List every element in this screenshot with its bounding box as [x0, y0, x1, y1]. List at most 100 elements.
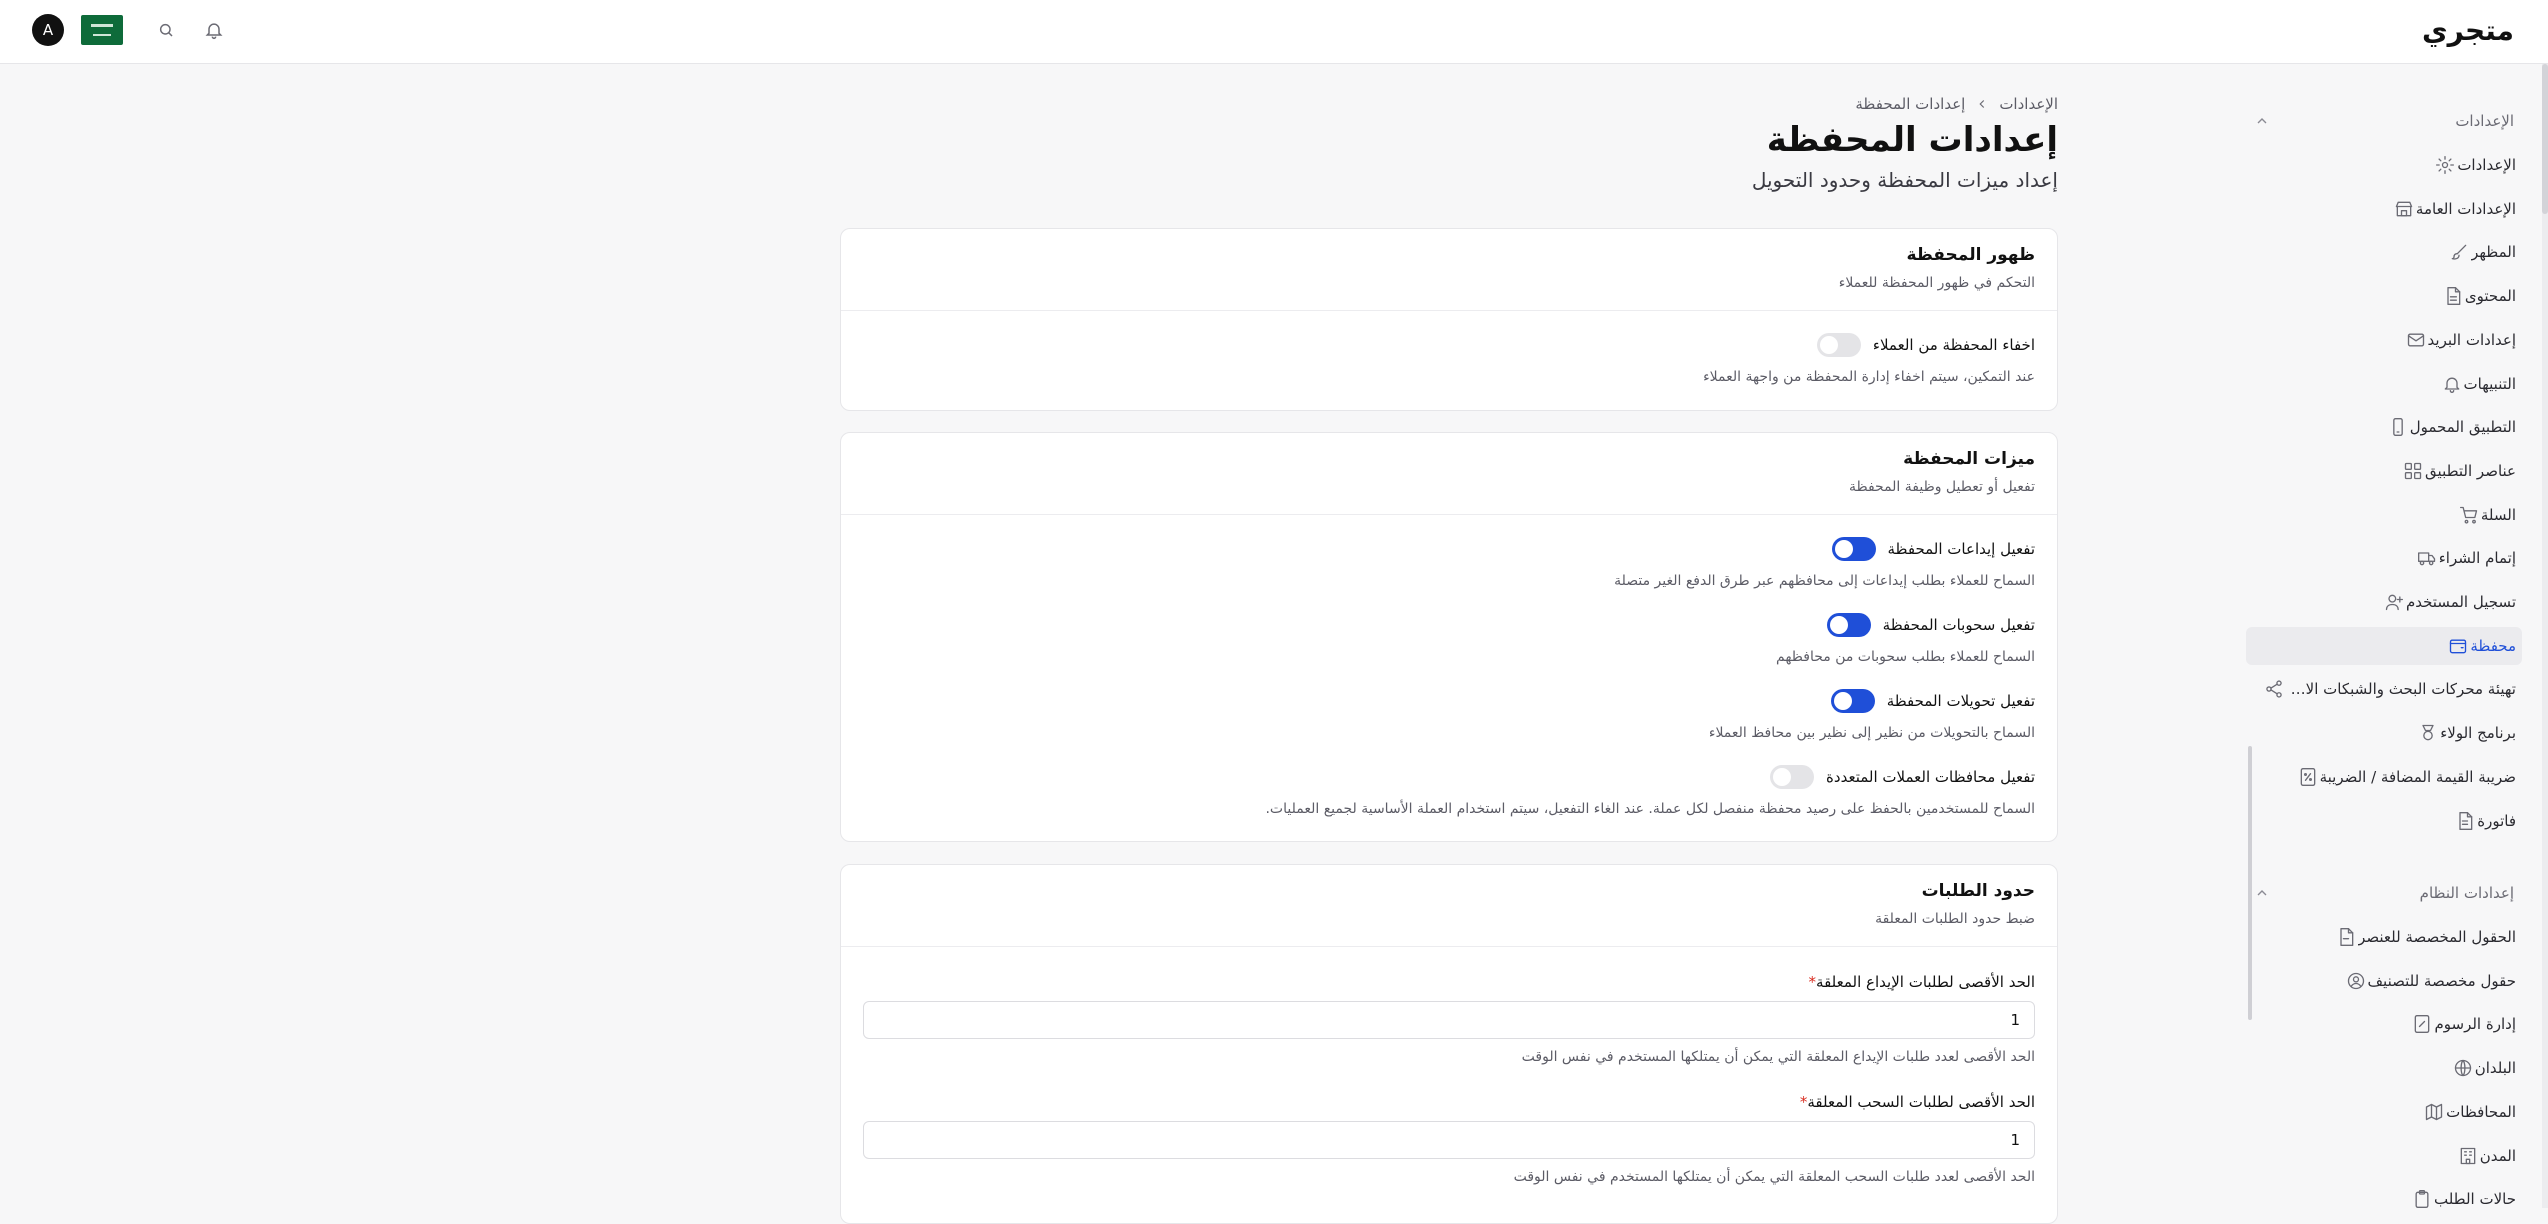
withdrawals-description: السماح للعملاء بطلب سحوبات من محافظهم — [1776, 649, 2035, 665]
breadcrumb: الإعدادات إعدادات المحفظة — [1855, 95, 2058, 113]
card-header: ميزات المحفظة تفعيل أو تعطيل وظيفة المحف… — [841, 433, 2057, 515]
deposit-limit-label-text: الحد الأقصى لطلبات الإيداع المعلقة — [1816, 973, 2035, 991]
sidebar-item-label: الإعدادات — [2457, 156, 2516, 174]
fees-icon — [2410, 1012, 2434, 1036]
search-icon[interactable] — [153, 17, 179, 43]
share-icon — [2262, 677, 2286, 701]
withdrawals-label: تفعيل سحوبات المحفظة — [1882, 616, 2035, 634]
sidebar-system-item[interactable]: حقول مخصصة للتصنيف — [2246, 962, 2522, 1000]
sidebar-item[interactable]: الإعدادات — [2246, 146, 2522, 184]
wallet-icon — [2446, 634, 2470, 658]
bell-icon[interactable] — [201, 17, 227, 43]
sidebar-item[interactable]: التطبيق المحمول — [2246, 408, 2522, 446]
sidebar-item-label: ضريبة القيمة المضافة / الضريبة — [2319, 767, 2516, 786]
page-scrollbar[interactable] — [2542, 64, 2548, 1208]
deposits-description: السماح للعملاء بطلب إيداعات إلى محافظهم … — [1614, 573, 2035, 589]
sidebar-system-item[interactable]: حالات الطلب — [2246, 1180, 2522, 1218]
sidebar-item[interactable]: السلة — [2246, 496, 2522, 534]
sidebar-item[interactable]: عناصر التطبيق — [2246, 452, 2522, 490]
sidebar-item[interactable]: إتمام الشراء — [2246, 539, 2522, 577]
smartphone-icon — [2386, 415, 2410, 439]
sidebar-system-item[interactable]: البلدان — [2246, 1049, 2522, 1087]
sidebar-item[interactable]: تهيئة محركات البحث والشبكات الاجتماعية — [2246, 670, 2522, 708]
sidebar-item[interactable]: إعدادات البريد — [2246, 321, 2522, 359]
sidebar-system-item[interactable]: المحافظات — [2246, 1093, 2522, 1131]
sidebar-system-item[interactable]: المدن — [2246, 1137, 2522, 1175]
deposits-toggle-row: تفعيل إيداعات المحفظة — [1831, 537, 2035, 561]
award-icon — [2416, 721, 2440, 745]
withdraw-limit-input[interactable] — [863, 1121, 2035, 1159]
card-description: التحكم في ظهور المحفظة للعملاء — [1838, 275, 2035, 291]
sidebar-section-system[interactable]: إعدادات النظام — [2254, 880, 2514, 906]
breadcrumb-root[interactable]: الإعدادات — [1999, 95, 2058, 113]
withdraw-limit-label-text: الحد الأقصى لطلبات السحب المعلقة — [1807, 1093, 2035, 1111]
transfers-toggle[interactable] — [1830, 689, 1875, 713]
sidebar-item[interactable]: فاتورة — [2246, 802, 2522, 840]
deposit-limit-label: الحد الأقصى لطلبات الإيداع المعلقة* — [1809, 973, 2035, 991]
sidebar-system-item-label: حالات الطلب — [2433, 1190, 2516, 1209]
transfers-label: تفعيل تحويلات المحفظة — [1886, 692, 2035, 710]
sidebar-item-label: عناصر التطبيق — [2425, 461, 2516, 480]
user-plus-icon — [2382, 590, 2406, 614]
sidebar-system-item-label: الحقول المخصصة للعنصر — [2358, 928, 2516, 946]
invoice-icon — [2453, 809, 2477, 833]
gear-icon — [2433, 153, 2457, 177]
multicurrency-toggle-row: تفعيل محافظات العملات المتعددة — [1770, 765, 2035, 789]
sidebar-item-label: فاتورة — [2477, 811, 2516, 830]
multicurrency-description: السماح للمستخدمين بالحفظ على رصيد محفظة … — [1265, 801, 2035, 817]
language-flag-icon[interactable] — [81, 15, 123, 45]
truck-icon — [2415, 546, 2439, 570]
limits-card: حدود الطلبات ضبط حدود الطلبات المعلقة ال… — [840, 864, 2058, 1224]
page-title: إعدادات المحفظة — [1766, 120, 2058, 160]
sidebar-item[interactable]: الإعدادات العامة — [2246, 190, 2522, 228]
avatar[interactable]: A — [32, 14, 64, 46]
card-title: ميزات المحفظة — [1903, 449, 2035, 469]
sidebar-item-label: إعدادات البريد — [2427, 330, 2516, 349]
sidebar-system-item-label: حقول مخصصة للتصنيف — [2367, 971, 2516, 990]
sidebar-item-label: التطبيق المحمول — [2409, 418, 2516, 437]
sidebar-item[interactable]: تسجيل المستخدم — [2246, 583, 2522, 621]
sidebar-system-item[interactable]: إدارة الرسوم — [2246, 1005, 2522, 1043]
grid-icon — [2401, 459, 2425, 483]
top-bar: متجري A — [0, 0, 2548, 64]
file-fields-icon — [2334, 925, 2358, 949]
sidebar-item-label: الإعدادات العامة — [2415, 199, 2516, 218]
sidebar-item[interactable]: التنبيهات — [2246, 365, 2522, 403]
deposit-limit-input[interactable] — [863, 1001, 2035, 1039]
sidebar-section-settings[interactable]: الإعدادات — [2254, 108, 2514, 134]
card-description: تفعيل أو تعطيل وظيفة المحفظة — [1848, 479, 2035, 495]
building-icon — [2456, 1144, 2480, 1168]
withdraw-limit-help: الحد الأقصى لعدد طلبات السحب المعلقة الت… — [1513, 1169, 2035, 1185]
required-mark: * — [1808, 973, 1817, 991]
sidebar-item-label: محفظة — [2470, 636, 2516, 655]
visibility-card: ظهور المحفظة التحكم في ظهور المحفظة للعم… — [840, 228, 2058, 411]
globe-icon — [2451, 1056, 2475, 1080]
sidebar-section-label: الإعدادات — [2455, 112, 2514, 130]
sidebar-section-label: إعدادات النظام — [2419, 884, 2514, 902]
sidebar-system-item-label: إدارة الرسوم — [2434, 1015, 2516, 1034]
sidebar-item[interactable]: محفظة — [2246, 626, 2522, 665]
breadcrumb-current: إعدادات المحفظة — [1855, 95, 1966, 113]
sidebar-item-label: برنامج الولاء — [2440, 724, 2516, 743]
sidebar-item[interactable]: المظهر — [2246, 233, 2522, 271]
hide-wallet-toggle[interactable] — [1816, 333, 1861, 357]
sidebar-system-item[interactable]: الحقول المخصصة للعنصر — [2246, 918, 2522, 956]
multicurrency-toggle[interactable] — [1770, 765, 1815, 789]
sidebar-system-item-label: البلدان — [2474, 1059, 2516, 1078]
sidebar-item[interactable]: برنامج الولاء — [2246, 714, 2522, 752]
percent-icon — [2296, 765, 2320, 789]
card-header: ظهور المحفظة التحكم في ظهور المحفظة للعم… — [841, 229, 2057, 311]
page-scrollbar-thumb[interactable] — [2542, 64, 2548, 214]
sidebar: الإعدادات الإعدادات الإعدادات العامة المظه… — [2243, 64, 2548, 1209]
sidebar-system-item-label: المدن — [2479, 1146, 2516, 1165]
sidebar-item[interactable]: ضريبة القيمة المضافة / الضريبة — [2246, 758, 2522, 796]
transfers-toggle-row: تفعيل تحويلات المحفظة — [1830, 689, 2035, 713]
sidebar-item[interactable]: المحتوى — [2246, 277, 2522, 315]
brand-logo[interactable]: متجري — [2422, 14, 2515, 47]
chevron-left-icon — [1979, 100, 1985, 108]
withdrawals-toggle[interactable] — [1826, 613, 1871, 637]
bell-icon — [2440, 372, 2464, 396]
document-icon — [2441, 284, 2465, 308]
card-title: حدود الطلبات — [1921, 881, 2035, 901]
deposits-toggle[interactable] — [1831, 537, 1876, 561]
